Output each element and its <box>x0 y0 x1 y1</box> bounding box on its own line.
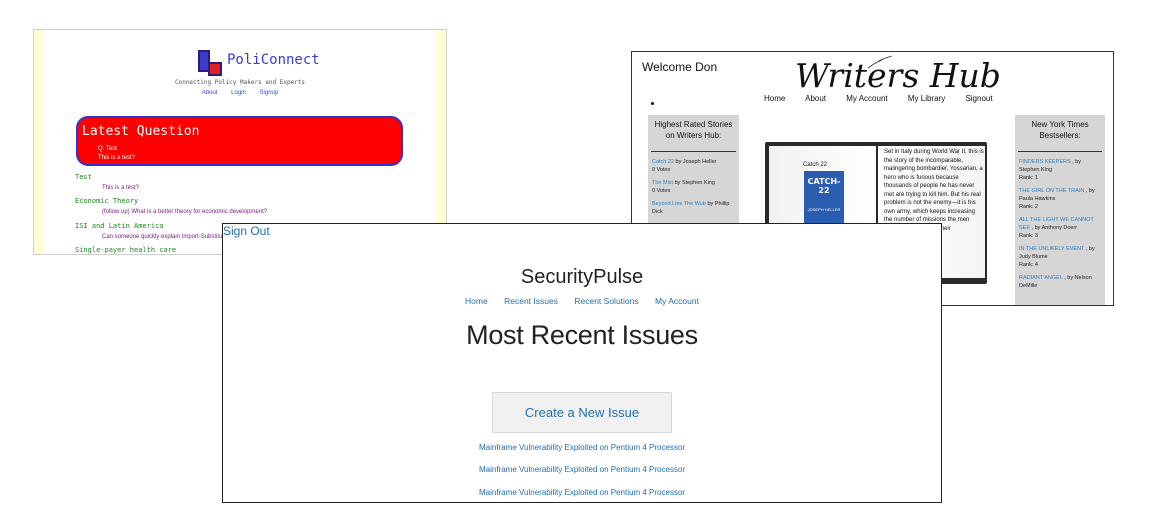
divider <box>1018 151 1102 152</box>
policonnect-brand[interactable]: PoliConnect <box>227 52 320 68</box>
topic-text: (follow up) What is a better theory for … <box>102 209 268 215</box>
sign-out-link[interactable]: Sign Out <box>223 224 270 238</box>
story-link[interactable]: Catch 22 <box>652 159 674 165</box>
topic-title[interactable]: Economic Theory <box>75 197 138 205</box>
rank: Rank: 4 <box>1019 262 1038 268</box>
list-item: IN THE UNLIKELY EVENT , by Judy Blume Ra… <box>1019 246 1095 268</box>
list-item: THE GIRL ON THE TRAIN , by Paula Hawkins… <box>1019 188 1095 210</box>
list-item: RADIANT ANGEL , by Nelson DeMille <box>1019 275 1092 289</box>
nav-my-account-link[interactable]: My Account <box>655 296 699 306</box>
bestseller-link[interactable]: FINDERS KEEPERS <box>1019 159 1071 165</box>
nav-home-link[interactable]: Home <box>764 94 785 103</box>
story-link[interactable]: The Mist <box>652 180 673 186</box>
nav-about-link[interactable]: About <box>805 94 826 103</box>
bestseller-link[interactable]: RADIANT ANGEL <box>1019 275 1063 281</box>
list-item: FINDERS KEEPERS , by Stephen King Rank: … <box>1019 159 1082 181</box>
cover-title: CATCH-22 <box>807 177 841 195</box>
latest-question-link[interactable]: Test <box>106 146 117 152</box>
story-link[interactable]: Beyond Lies The Wub <box>652 201 706 207</box>
bestseller-link[interactable]: IN THE UNLIKELY EVENT <box>1019 246 1084 252</box>
issue-link[interactable]: Mainframe Vulnerability Exploited on Pen… <box>223 465 941 474</box>
writers-hub-logo[interactable]: Writers Hub <box>795 56 1001 95</box>
page-title: Most Recent Issues <box>466 320 698 350</box>
vote-count: 0 Votes <box>652 167 671 173</box>
bullet-dot <box>651 102 654 105</box>
rank: Rank: 2 <box>1019 204 1038 210</box>
nav-signout-link[interactable]: Signout <box>965 94 992 103</box>
book-title: Catch 22 <box>803 162 828 168</box>
list-item: Beyond Lies The Wub by Phillip Dick <box>652 201 730 215</box>
policonnect-screenshot: PoliConnect Connecting Policy Makers and… <box>33 29 447 255</box>
divider <box>651 151 736 152</box>
securitypulse-nav: Home Recent Issues Recent Solutions My A… <box>223 296 941 306</box>
policonnect-tagline: Connecting Policy Makers and Experts <box>174 79 306 86</box>
securitypulse-screenshot: Sign Out SecurityPulse Home Recent Issue… <box>222 223 942 503</box>
book-cover: CATCH-22 JOSEPH HELLER <box>804 171 844 229</box>
latest-question-heading: Latest Question <box>82 124 200 139</box>
bestseller-link[interactable]: THE GIRL ON THE TRAIN <box>1019 188 1084 194</box>
highest-rated-heading: Highest Rated Stories on Writers Hub: <box>654 120 733 140</box>
topic-title[interactable]: ISI and Latin America <box>75 222 164 230</box>
policonnect-page: PoliConnect Connecting Policy Makers and… <box>44 30 436 254</box>
rank: Rank: 3 <box>1019 233 1038 239</box>
topic-title[interactable]: Single-payer health care <box>75 246 176 254</box>
rank: Rank: 1 <box>1019 175 1038 181</box>
welcome-text: Welcome Don <box>642 60 718 74</box>
list-item: Catch 22 by Joseph Heller 0 Votes <box>652 159 717 173</box>
topic-text: This is a test? <box>102 185 140 191</box>
cover-author: JOSEPH HELLER <box>807 207 841 212</box>
create-issue-button[interactable]: Create a New Issue <box>492 392 672 433</box>
vote-count: 0 Votes <box>652 188 671 194</box>
nav-recent-solutions-link[interactable]: Recent Solutions <box>574 296 638 306</box>
bestsellers-heading: New York Times Bestsellers: <box>1031 120 1089 140</box>
issue-link[interactable]: Mainframe Vulnerability Exploited on Pen… <box>223 488 941 497</box>
topic-text: Can someone quickly explain Import-Subst… <box>102 234 236 240</box>
nav-signup-link[interactable]: Signup <box>260 90 279 96</box>
nav-about-link[interactable]: About <box>202 90 218 96</box>
list-item: ALL THE LIGHT WE CANNOT SEE , by Anthony… <box>1019 217 1094 239</box>
book-synopsis: Set in Italy during World War II, this i… <box>884 149 984 232</box>
nav-my-account-link[interactable]: My Account <box>846 94 887 103</box>
nav-home-link[interactable]: Home <box>465 296 488 306</box>
bestsellers-panel: New York Times Bestsellers: FINDERS KEEP… <box>1015 115 1105 305</box>
nav-recent-issues-link[interactable]: Recent Issues <box>504 296 558 306</box>
latest-question-box: Latest Question Q: Test This is a test? <box>76 116 403 166</box>
issue-link[interactable]: Mainframe Vulnerability Exploited on Pen… <box>223 443 941 452</box>
writers-nav: Home About My Account My Library Signout <box>764 94 1011 103</box>
latest-question-body: This is a test? <box>98 155 136 161</box>
site-title[interactable]: SecurityPulse <box>223 266 941 289</box>
policonnect-nav: About Login Signup <box>44 90 436 96</box>
quill-icon <box>867 55 893 69</box>
list-item: The Mist by Stephen King 0 Votes <box>652 180 715 194</box>
nav-my-library-link[interactable]: My Library <box>908 94 945 103</box>
topic-title[interactable]: Test <box>75 173 92 181</box>
nav-login-link[interactable]: Login <box>231 90 246 96</box>
policonnect-logo-icon <box>198 50 226 78</box>
latest-question-line: Q: Test <box>98 146 117 152</box>
